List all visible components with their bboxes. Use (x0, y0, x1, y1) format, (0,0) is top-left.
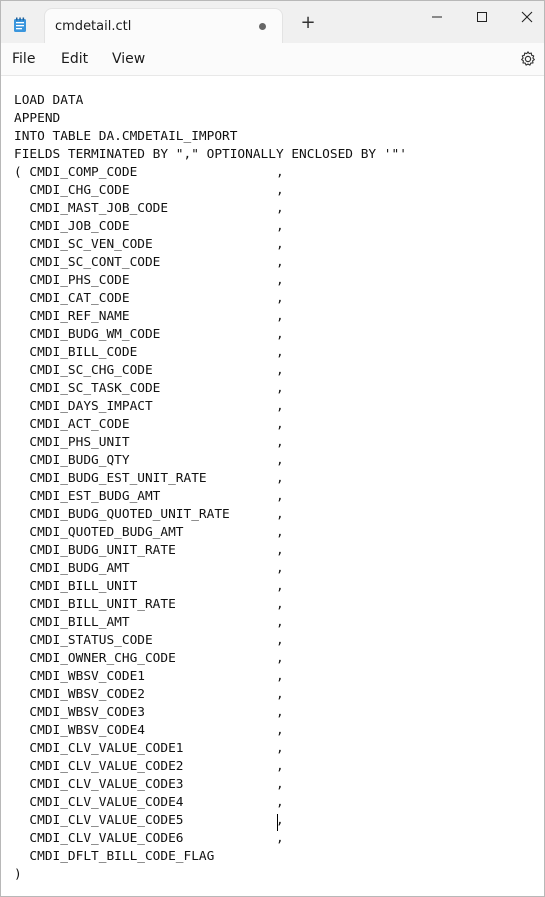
text-line: CMDI_MAST_JOB_CODE , (14, 201, 284, 216)
text-line: CMDI_PHS_UNIT , (14, 435, 284, 450)
text-line: FIELDS TERMINATED BY "," OPTIONALLY ENCL… (14, 147, 407, 162)
text-line: CMDI_WBSV_CODE2 , (14, 687, 284, 702)
menu-file[interactable]: File (12, 51, 35, 67)
text-line: ) (14, 867, 22, 882)
text-line: CMDI_CLV_VALUE_CODE5 , (14, 813, 284, 828)
tab-title: cmdetail.ctl (55, 19, 132, 34)
minimize-icon (432, 16, 442, 18)
text-line: CMDI_WBSV_CODE4 , (14, 723, 284, 738)
text-line: CMDI_BUDG_QTY , (14, 453, 284, 468)
text-line: CMDI_DFLT_BILL_CODE_FLAG (14, 849, 215, 864)
text-line: CMDI_BILL_AMT , (14, 615, 284, 630)
text-line: CMDI_WBSV_CODE3 , (14, 705, 284, 720)
text-line: CMDI_BUDG_EST_UNIT_RATE , (14, 471, 284, 486)
text-line: CMDI_SC_CONT_CODE , (14, 255, 284, 270)
title-bar: cmdetail.ctl + (1, 1, 544, 43)
maximize-button[interactable] (459, 1, 505, 33)
text-line: CMDI_CAT_CODE , (14, 291, 284, 306)
text-line: CMDI_CHG_CODE , (14, 183, 284, 198)
text-line: LOAD DATA (14, 93, 84, 108)
text-line: CMDI_OWNER_CHG_CODE , (14, 651, 284, 666)
menu-edit[interactable]: Edit (61, 51, 88, 67)
text-line: CMDI_ACT_CODE , (14, 417, 284, 432)
close-button[interactable] (504, 1, 544, 33)
text-line: CMDI_SC_VEN_CODE , (14, 237, 284, 252)
text-line: CMDI_BUDG_WM_CODE , (14, 327, 284, 342)
text-line: CMDI_PHS_CODE , (14, 273, 284, 288)
text-line: CMDI_CLV_VALUE_CODE1 , (14, 741, 284, 756)
text-line: CMDI_JOB_CODE , (14, 219, 284, 234)
text-line: CMDI_SC_CHG_CODE , (14, 363, 284, 378)
minimize-button[interactable] (414, 1, 460, 33)
unsaved-dot-icon[interactable] (259, 23, 266, 30)
close-icon (521, 11, 533, 23)
text-line: APPEND (14, 111, 61, 126)
text-line: CMDI_BILL_UNIT_RATE , (14, 597, 284, 612)
text-line: CMDI_STATUS_CODE , (14, 633, 284, 648)
text-line: INTO TABLE DA.CMDETAIL_IMPORT (14, 129, 238, 144)
new-tab-button[interactable]: + (299, 14, 317, 32)
text-line: CMDI_BUDG_UNIT_RATE , (14, 543, 284, 558)
text-line: CMDI_CLV_VALUE_CODE4 , (14, 795, 284, 810)
text-line: CMDI_BILL_CODE , (14, 345, 284, 360)
menu-view[interactable]: View (112, 51, 145, 67)
maximize-icon (477, 12, 487, 22)
notepad-window: cmdetail.ctl + File Edit View LOAD DATA … (0, 0, 545, 897)
tab-cmdetail[interactable]: cmdetail.ctl (45, 9, 282, 43)
notepad-icon (14, 17, 26, 32)
text-line: CMDI_CLV_VALUE_CODE3 , (14, 777, 284, 792)
text-line: CMDI_SC_TASK_CODE , (14, 381, 284, 396)
menu-bar: File Edit View (1, 43, 544, 76)
text-line: CMDI_BILL_UNIT , (14, 579, 284, 594)
text-line: ( CMDI_COMP_CODE , (14, 165, 284, 180)
text-line: CMDI_BUDG_QUOTED_UNIT_RATE , (14, 507, 284, 522)
text-line: CMDI_BUDG_AMT , (14, 561, 284, 576)
text-line: CMDI_QUOTED_BUDG_AMT , (14, 525, 284, 540)
text-editor[interactable]: LOAD DATA APPEND INTO TABLE DA.CMDETAIL_IM… (1, 76, 544, 896)
text-line: CMDI_DAYS_IMPACT , (14, 399, 284, 414)
text-line: CMDI_WBSV_CODE1 , (14, 669, 284, 684)
text-line: CMDI_CLV_VALUE_CODE6 , (14, 831, 284, 846)
text-line: CMDI_REF_NAME , (14, 309, 284, 324)
gear-icon[interactable] (519, 50, 537, 68)
text-line: CMDI_CLV_VALUE_CODE2 , (14, 759, 284, 774)
text-line: CMDI_EST_BUDG_AMT , (14, 489, 284, 504)
